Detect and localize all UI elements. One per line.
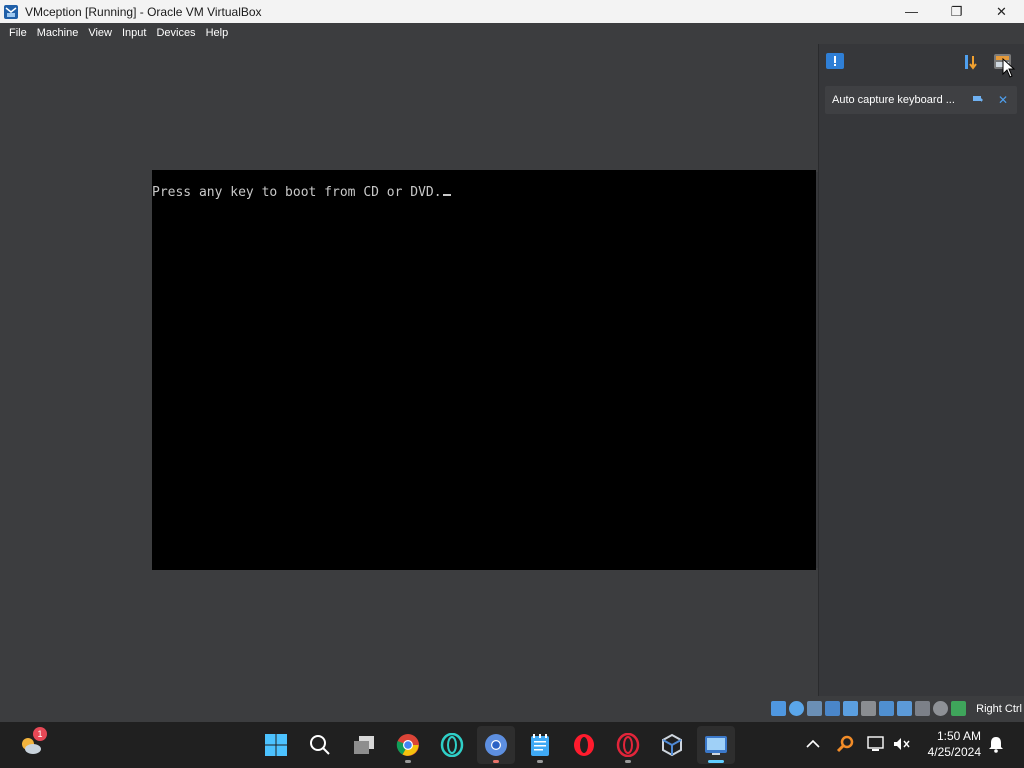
menu-file[interactable]: File (4, 27, 32, 39)
tray-search-icon[interactable] (835, 734, 855, 754)
volume-muted-icon[interactable] (892, 734, 912, 754)
active-indicator (708, 760, 724, 763)
sort-icon[interactable] (961, 52, 981, 72)
mouse-pointer-icon (999, 58, 1019, 78)
menu-bar: File Machine View Input Devices Help (0, 23, 1024, 42)
chrome-blue-icon[interactable] (477, 726, 515, 764)
running-indicator (537, 760, 543, 763)
running-indicator (405, 760, 411, 763)
vm-screen[interactable]: Press any key to boot from CD or DVD. (152, 170, 816, 570)
clock-time: 1:50 AM (936, 729, 981, 743)
keyboard-icon[interactable] (951, 701, 966, 716)
pin-icon[interactable] (971, 93, 985, 107)
opera-red-icon[interactable] (609, 726, 647, 764)
menu-input[interactable]: Input (117, 27, 151, 39)
title-bar[interactable]: VMception [Running] - Oracle VM VirtualB… (0, 0, 1024, 23)
audio-icon[interactable] (807, 701, 822, 716)
menu-devices[interactable]: Devices (151, 27, 200, 39)
recording-icon[interactable] (897, 701, 912, 716)
cpu-icon[interactable] (915, 701, 930, 716)
host-key-label[interactable]: Right Ctrl (976, 703, 1022, 715)
vm-running-icon[interactable] (697, 726, 735, 764)
system-clock[interactable]: 1:50 AM 4/25/2024 (928, 728, 981, 760)
network-tray-icon[interactable] (866, 734, 886, 754)
notepad-icon[interactable] (521, 726, 559, 764)
weather-badge: 1 (33, 727, 47, 741)
running-indicator (625, 760, 631, 763)
clock-date: 4/25/2024 (927, 745, 981, 759)
notification-center-panel: Auto capture keyboard ... ✕ (818, 44, 1024, 696)
vm-status-bar: Right Ctrl (0, 698, 1024, 722)
virtualbox-icon[interactable] (653, 726, 691, 764)
start-icon[interactable] (257, 726, 295, 764)
network-icon[interactable] (825, 701, 840, 716)
running-indicator (493, 760, 499, 763)
usb-icon[interactable] (843, 701, 858, 716)
message-center-icon[interactable] (825, 52, 845, 72)
virtualbox-app-icon (3, 4, 19, 20)
text-cursor (442, 194, 451, 196)
mouse-integration-icon[interactable] (933, 701, 948, 716)
menu-view[interactable]: View (83, 27, 117, 39)
maximize-button[interactable]: ❐ (934, 0, 979, 23)
close-icon[interactable]: ✕ (996, 93, 1010, 107)
close-window-button[interactable]: ✕ (979, 0, 1024, 23)
display-icon[interactable] (879, 701, 894, 716)
opera-gx-icon[interactable] (433, 726, 471, 764)
menu-help[interactable]: Help (201, 27, 234, 39)
virtualbox-window: VMception [Running] - Oracle VM VirtualB… (0, 0, 1024, 722)
search-icon[interactable] (301, 726, 339, 764)
optical-drive-icon[interactable] (789, 701, 804, 716)
show-hidden-icons-chevron-icon[interactable] (803, 734, 823, 754)
windows-taskbar: 1 1:50 AM 4/25/2024 (0, 722, 1024, 768)
menu-machine[interactable]: Machine (32, 27, 84, 39)
window-title: VMception [Running] - Oracle VM VirtualB… (25, 4, 262, 19)
chrome-icon[interactable] (389, 726, 427, 764)
hard-disk-icon[interactable] (771, 701, 786, 716)
notification-message[interactable]: Auto capture keyboard ... ✕ (825, 86, 1017, 114)
minimize-button[interactable]: — (889, 0, 934, 23)
task-view-icon[interactable] (345, 726, 383, 764)
notification-bell-icon[interactable] (986, 734, 1006, 754)
opera-icon[interactable] (565, 726, 603, 764)
shared-folders-icon[interactable] (861, 701, 876, 716)
notification-text: Auto capture keyboard ... (832, 94, 955, 106)
boot-message: Press any key to boot from CD or DVD. (152, 185, 451, 200)
